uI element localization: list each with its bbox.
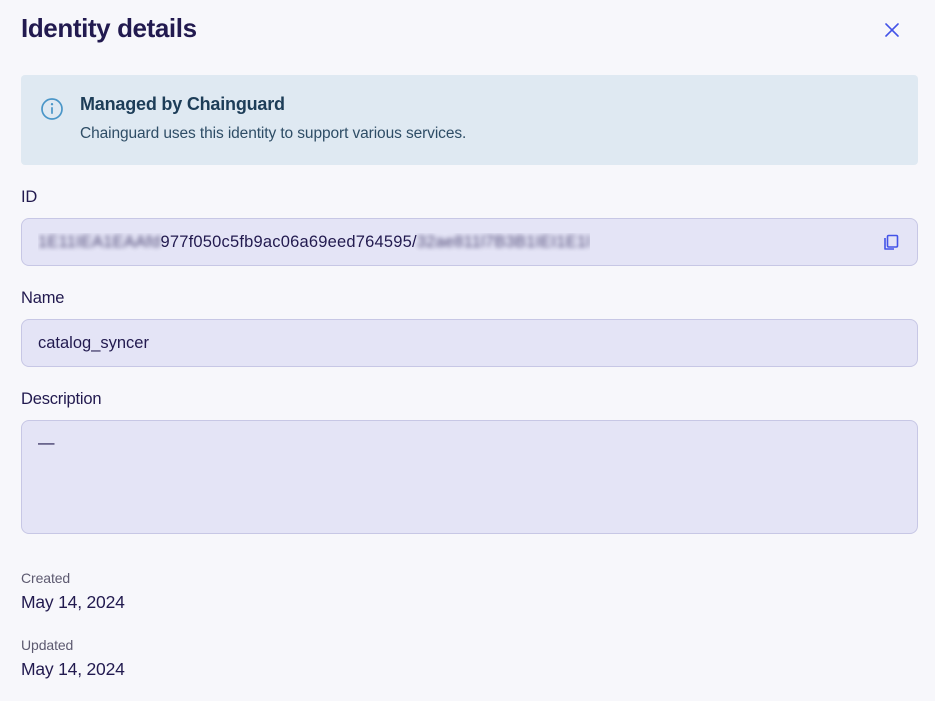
info-icon [40,97,64,143]
updated-block: Updated May 14, 2024 [21,637,918,680]
copy-id-button[interactable] [874,226,907,259]
banner-body: Chainguard uses this identity to support… [80,125,466,143]
id-field[interactable]: 1E11IEA1EAAfd977f050c5fb9ac06a69eed76459… [21,218,918,266]
close-icon [882,28,902,43]
created-label: Created [21,570,918,586]
copy-icon [878,243,903,258]
description-textarea[interactable]: — [21,420,918,534]
id-value-visible: 977f050c5fb9ac06a69eed764595/ [160,233,416,251]
updated-label: Updated [21,637,918,653]
identity-details-panel: Identity details Managed by Chainguard C… [0,0,935,680]
updated-value: May 14, 2024 [21,659,918,680]
id-value: 1E11IEA1EAAfd977f050c5fb9ac06a69eed76459… [38,233,590,252]
name-label: Name [21,289,918,308]
created-block: Created May 14, 2024 [21,570,918,613]
panel-header: Identity details [21,14,918,44]
description-label: Description [21,390,918,409]
close-button[interactable] [878,16,906,44]
id-label: ID [21,188,918,207]
banner-title: Managed by Chainguard [80,94,466,115]
created-value: May 14, 2024 [21,592,918,613]
banner-content: Managed by Chainguard Chainguard uses th… [80,94,466,143]
id-value-redacted-right: 32ae811l7B3B1IEI1E1l [417,233,590,251]
id-value-redacted-left: 1E11IEA1EAAfd [38,233,160,251]
managed-by-banner: Managed by Chainguard Chainguard uses th… [21,75,918,165]
page-title: Identity details [21,14,197,43]
name-input[interactable] [21,319,918,367]
